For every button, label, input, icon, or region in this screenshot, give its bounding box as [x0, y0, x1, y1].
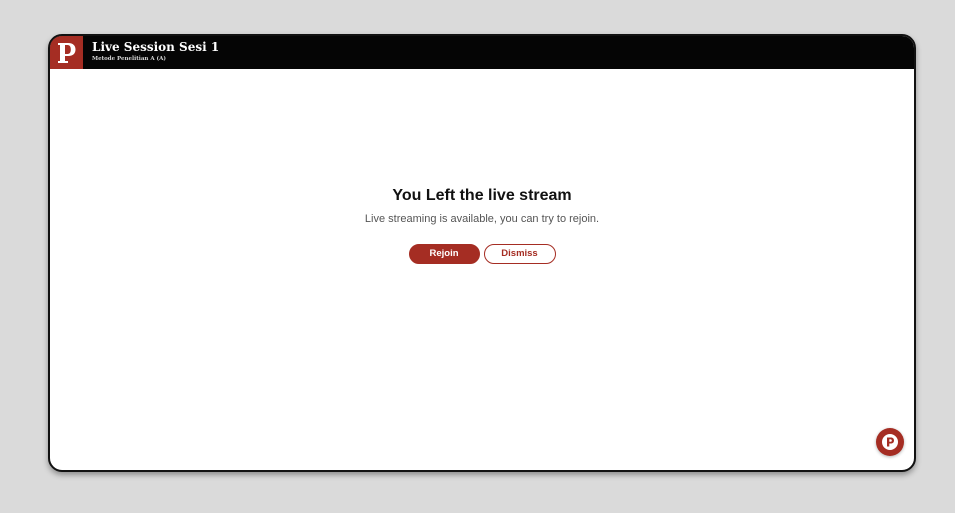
notice-actions: Rejoin Dismiss — [50, 244, 914, 264]
floating-chat-button[interactable] — [876, 428, 904, 456]
app-window: Live Session Sesi 1 Metode Penelitian A … — [48, 34, 916, 472]
dismiss-button[interactable]: Dismiss — [483, 244, 556, 264]
p-logo-icon — [57, 42, 75, 63]
left-stream-notice: You Left the live stream Live streaming … — [50, 186, 914, 264]
app-logo — [50, 36, 83, 69]
p-chat-icon — [882, 434, 898, 450]
session-title: Live Session Sesi 1 — [92, 40, 220, 54]
notice-message: Live streaming is available, you can try… — [364, 213, 600, 225]
header-bar: Live Session Sesi 1 Metode Penelitian A … — [50, 36, 914, 69]
course-subtitle: Metode Penelitian A (A) — [92, 56, 166, 62]
notice-heading: You Left the live stream — [392, 187, 572, 204]
rejoin-button[interactable]: Rejoin — [408, 244, 480, 264]
